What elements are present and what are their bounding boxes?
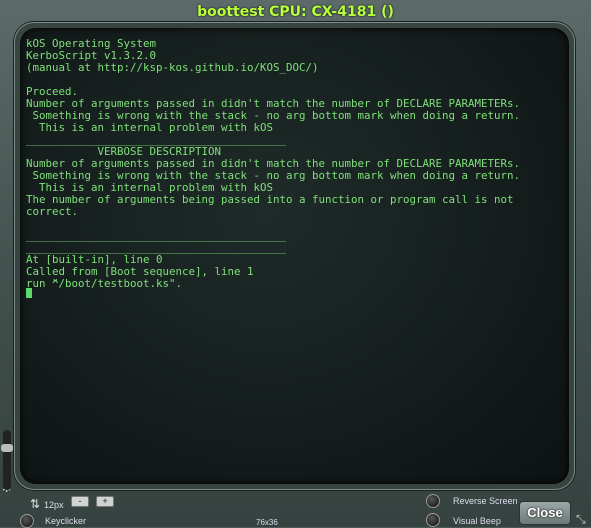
brightness-slider[interactable] <box>3 430 11 490</box>
resize-handle-icon[interactable]: ⤡ <box>576 512 586 527</box>
brightness-slider-knob[interactable] <box>1 444 13 452</box>
error-caret: ^ <box>52 278 59 291</box>
close-button[interactable]: Close <box>519 501 571 525</box>
font-size-icon: ⇅ <box>30 497 41 511</box>
window-title[interactable]: boottest CPU: CX-4181 () <box>0 4 591 20</box>
grid-size-label: 76x36 <box>256 518 278 527</box>
terminal-line: correct. <box>26 205 79 218</box>
visual-beep-toggle[interactable] <box>426 513 440 527</box>
kos-terminal-window: boottest CPU: CX-4181 () kOS Operating S… <box>0 0 591 528</box>
terminal-screen[interactable]: kOS Operating System KerboScript v1.3.2.0… <box>20 28 569 484</box>
font-increase-button[interactable]: + <box>96 496 114 507</box>
text-cursor <box>26 288 32 298</box>
keyclicker-label: Keyclicker <box>45 516 87 526</box>
terminal-output[interactable]: kOS Operating System KerboScript v1.3.2.0… <box>26 38 520 290</box>
reverse-screen-label: Reverse Screen <box>453 496 518 506</box>
terminal-line: run "/boot/testboot.ks". <box>26 277 183 290</box>
visual-beep-label: Visual Beep <box>453 516 501 526</box>
reverse-screen-toggle[interactable] <box>426 494 440 508</box>
terminal-line: The number of arguments being passed int… <box>26 193 514 206</box>
font-size-label: 12px <box>44 500 64 510</box>
terminal-line: (manual at http://ksp-kos.github.io/KOS_… <box>26 61 319 74</box>
font-decrease-button[interactable]: - <box>71 496 89 507</box>
keyclicker-toggle[interactable] <box>20 514 34 528</box>
